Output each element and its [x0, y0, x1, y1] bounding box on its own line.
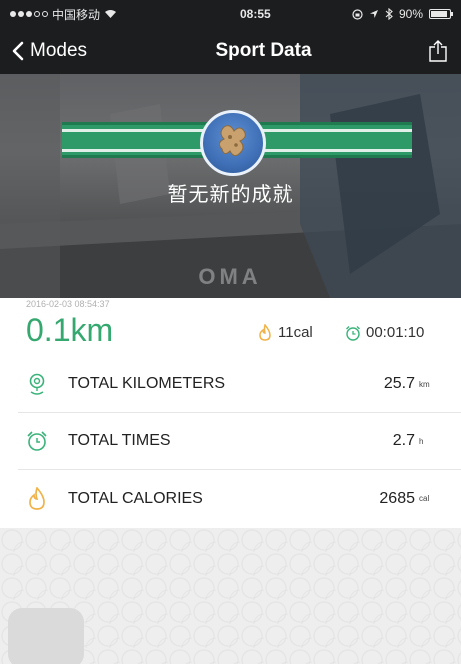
stat-value: 2685 — [379, 489, 415, 507]
location-pin-icon — [22, 373, 52, 395]
chevron-left-icon — [12, 41, 24, 61]
flame-icon — [22, 486, 52, 511]
wifi-icon — [105, 10, 117, 18]
achievement-banner: 暂无新的成就 OMA — [0, 74, 461, 298]
workout-calories: 11cal — [258, 324, 313, 341]
stat-label: TOTAL KILOMETERS — [68, 375, 226, 392]
bluetooth-icon — [385, 8, 393, 20]
stat-unit: cal — [419, 494, 430, 503]
stat-label: TOTAL CALORIES — [68, 489, 203, 507]
navigation-bar: Modes Sport Data — [0, 28, 461, 74]
workout-duration: 00:01:10 — [345, 324, 424, 341]
achievement-text: 暂无新的成就 — [167, 182, 294, 206]
back-button[interactable]: Modes — [0, 40, 150, 62]
workout-duration-value: 00:01:10 — [366, 324, 425, 341]
signal-strength-icon — [10, 11, 48, 17]
stat-row-total-times: TOTAL TIMES 2.7 h — [18, 413, 461, 470]
status-time: 08:55 — [240, 7, 271, 21]
cookie-icon — [218, 125, 246, 157]
background-pattern — [0, 528, 461, 664]
stat-unit: h — [419, 436, 424, 446]
share-button[interactable] — [415, 39, 461, 63]
workout-distance: 0.1km — [26, 312, 114, 348]
stat-row-total-kilometers: TOTAL KILOMETERS 25.7 km — [18, 356, 461, 413]
lock-rotation-icon — [352, 8, 363, 20]
flame-icon — [259, 324, 271, 341]
page-title: Sport Data — [215, 40, 312, 61]
workout-calories-value: 11cal — [278, 324, 313, 341]
status-left: 中国移动 — [10, 6, 180, 23]
stat-unit: km — [419, 379, 430, 389]
workout-summary: 2016-02-03 08:54:37 0.1km 11cal 00:01:10 — [0, 298, 461, 356]
stat-label: TOTAL TIMES — [68, 432, 171, 449]
status-bar: 中国移动 08:55 90% — [0, 0, 461, 28]
decorative-shape — [8, 608, 84, 664]
stat-value: 25.7 — [383, 375, 415, 392]
carrier-name: 中国移动 — [52, 7, 101, 22]
watermark-logo: OMA — [198, 264, 262, 289]
alarm-clock-icon — [346, 325, 360, 341]
status-right: 90% — [352, 7, 453, 21]
location-arrow-icon — [369, 10, 378, 18]
stat-value: 2.7 — [392, 432, 415, 449]
workout-date: 2016-02-03 08:54:37 — [26, 299, 110, 309]
back-button-label: Modes — [30, 40, 88, 61]
share-icon — [429, 40, 447, 62]
achievement-badge — [200, 110, 266, 176]
stats-list: TOTAL KILOMETERS 25.7 km TOTAL TIMES 2.7… — [0, 356, 461, 528]
alarm-clock-icon — [22, 430, 52, 452]
battery-icon — [429, 9, 453, 19]
stat-row-total-calories: TOTAL CALORIES 2685 cal — [18, 470, 461, 527]
battery-percent: 90% — [398, 7, 423, 21]
